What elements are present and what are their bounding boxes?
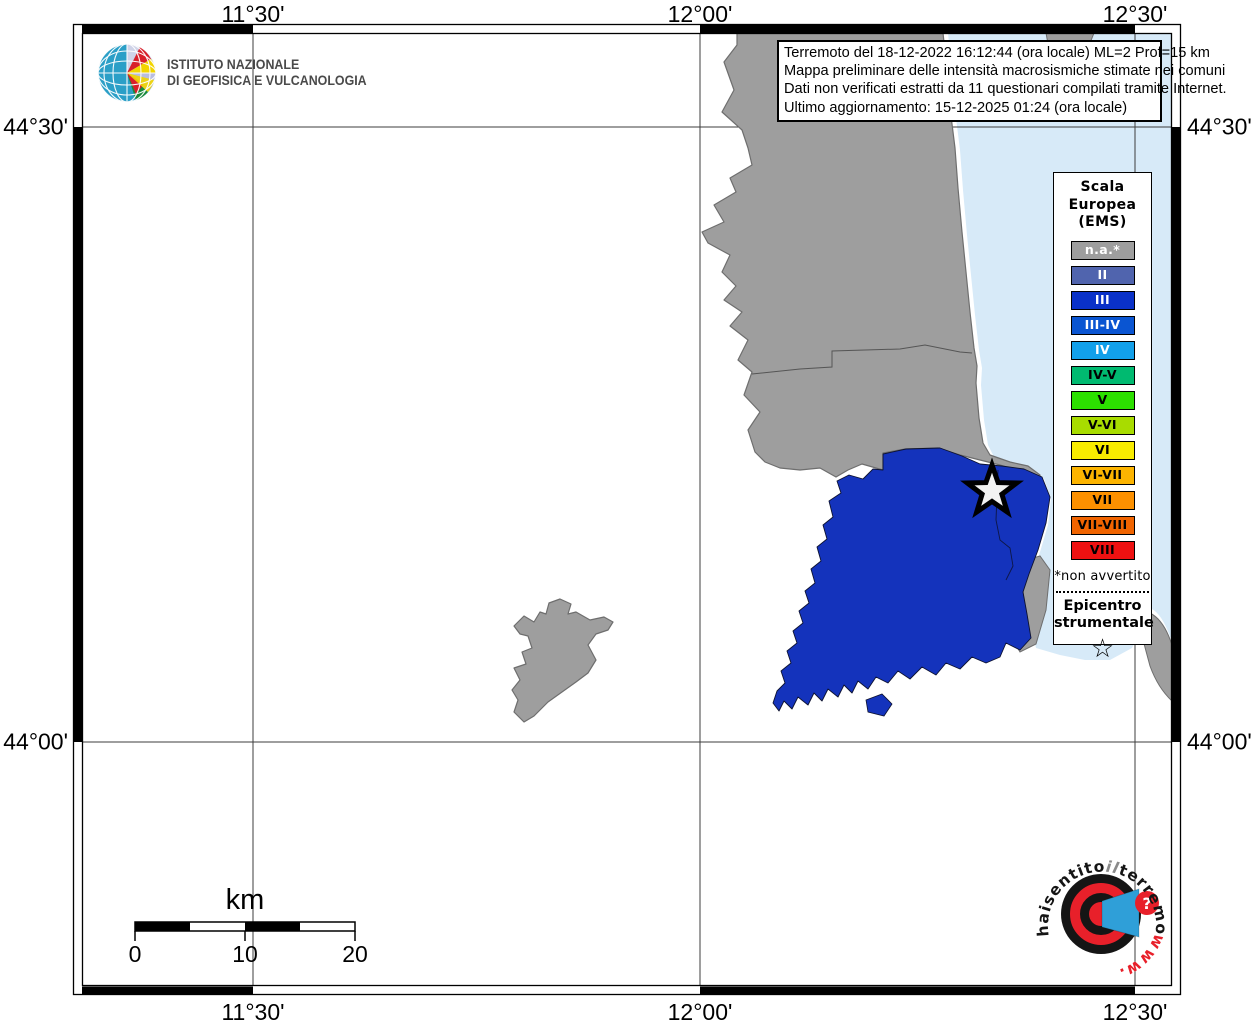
axis-label-top-12-30: 12°30'	[1102, 1, 1168, 27]
seismic-intensity-map-page: { "axes": { "top": ["11\u00b030'", "12\u…	[0, 0, 1255, 1025]
legend-title-line3: (EMS)	[1078, 214, 1127, 230]
info-line-data: Dati non verificati estratti da 11 quest…	[784, 81, 1227, 98]
axis-label-right-44-00: 44°00'	[1187, 728, 1252, 755]
legend-swatch: VIII	[1070, 540, 1135, 560]
legend-swatch: V-VI	[1070, 415, 1135, 435]
legend-swatch: III	[1070, 290, 1135, 310]
legend-swatch-label: II	[1097, 267, 1108, 282]
ingv-logo: ISTITUTO NAZIONALE DI GEOFISICA E VULCAN…	[96, 42, 384, 104]
legend-title: Scala Europea (EMS)	[1054, 173, 1151, 232]
earthquake-info-box: Terremoto del 18-12-2022 16:12:44 (ora l…	[777, 40, 1227, 122]
legend-swatch-label: n.a.*	[1084, 242, 1121, 257]
legend-swatches: n.a.* II III III-IV IV IV-V V V-VI VI VI…	[1054, 240, 1151, 560]
legend-swatch: VII	[1070, 490, 1135, 510]
info-line-event: Terremoto del 18-12-2022 16:12:44 (ora l…	[784, 45, 1210, 61]
axis-label-bottom-11-30: 11°30'	[221, 999, 285, 1025]
haisentitoilterremoto-logo: ? haisentitoilterremoto.it www.	[1036, 850, 1168, 984]
legend-swatch-label: VIII	[1089, 542, 1116, 557]
legend-swatch: VI	[1070, 440, 1135, 460]
legend-swatch: III-IV	[1070, 315, 1135, 335]
legend-swatch-label: IV	[1094, 342, 1111, 357]
scale-bar-unit-label: km	[225, 884, 265, 916]
legend-swatch-label: VI	[1094, 442, 1111, 457]
legend-epicenter-star-icon: ☆	[1090, 633, 1115, 664]
legend-epicenter-line1: Epicentro	[1063, 597, 1142, 614]
axis-label-bottom-12-00: 12°00'	[667, 999, 733, 1025]
legend-swatch: VI-VII	[1070, 465, 1135, 485]
axis-label-left-44-00: 44°00'	[3, 728, 68, 755]
axis-label-top-12-00: 12°00'	[667, 1, 733, 27]
ems-legend: Scala Europea (EMS) n.a.* II III III-IV …	[1053, 172, 1154, 663]
axis-label-bottom-12-30: 12°30'	[1102, 999, 1168, 1025]
legend-swatch-label: VII-VIII	[1077, 517, 1128, 532]
scale-bar-label-10: 10	[232, 941, 258, 967]
legend-swatch: IV-V	[1070, 365, 1135, 385]
legend-swatch: IV	[1070, 340, 1135, 360]
legend-swatch: II	[1070, 265, 1135, 285]
legend-swatch: V	[1070, 390, 1135, 410]
ingv-globe-icon	[97, 43, 157, 103]
ingv-title-line1: ISTITUTO NAZIONALE	[167, 57, 300, 72]
legend-swatch-label: IV-V	[1088, 367, 1117, 382]
legend-swatch-label: VI-VII	[1082, 467, 1123, 482]
info-line-map: Mappa preliminare delle intensità macros…	[784, 63, 1226, 80]
legend-swatch: n.a.*	[1070, 240, 1135, 260]
legend-title-line2: Europea	[1068, 196, 1137, 213]
axis-label-left-44-30: 44°30'	[3, 113, 68, 140]
legend-epicenter-title: Epicentro strumentale	[1054, 597, 1154, 633]
info-line-update: Ultimo aggiornamento: 15-12-2025 01:24 (…	[784, 99, 1128, 116]
scale-bar-segment	[135, 922, 190, 931]
legend-title-line1: Scala	[1080, 179, 1125, 195]
ingv-title-line2: DI GEOFISICA E VULCANOLOGIA	[167, 73, 367, 88]
legend-swatch-label: III	[1094, 292, 1111, 307]
scale-bar-segment	[245, 922, 300, 931]
legend-swatch: VII-VIII	[1070, 515, 1135, 535]
axis-label-top-11-30: 11°30'	[221, 1, 285, 27]
legend-footnote: *non avvertito	[1054, 568, 1151, 584]
legend-divider	[1056, 590, 1149, 593]
axis-label-right-44-30: 44°30'	[1187, 113, 1252, 140]
scale-bar-label-0: 0	[128, 941, 142, 967]
legend-swatch-label: V-VI	[1088, 417, 1117, 432]
legend-epicenter-line2: strumentale	[1054, 615, 1154, 631]
legend-swatch-label: V	[1097, 392, 1108, 407]
legend-swatch-label: VII	[1092, 492, 1113, 507]
scale-bar-label-20: 20	[342, 941, 368, 967]
legend-swatch-label: III-IV	[1084, 317, 1121, 332]
